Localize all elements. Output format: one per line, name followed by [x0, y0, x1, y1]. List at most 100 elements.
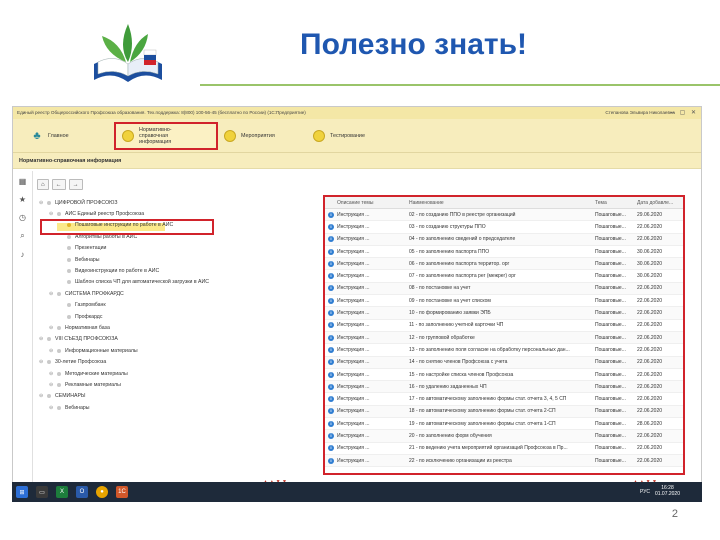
- search-icon[interactable]: ⌕: [20, 231, 24, 241]
- folder-icon[interactable]: ▭: [36, 486, 48, 498]
- node-icon: [57, 212, 61, 217]
- ribbon-item-main[interactable]: ♣ Главное: [25, 122, 114, 150]
- tree-item-label: АИС Единый реестр Профсоюза: [65, 211, 145, 218]
- tree-item[interactable]: Шаблон списка ЧП для автоматической загр…: [35, 277, 320, 288]
- tree-item[interactable]: ⊖ ЦИФРОВОЙ ПРОФСОЮЗ: [35, 197, 320, 208]
- table-cell: 22.06.2020: [637, 432, 663, 439]
- table-cell: Пошаговые...: [595, 420, 626, 427]
- tree-item[interactable]: Профкардс: [35, 311, 320, 322]
- table-row[interactable]: i Инструкция ... 10 - по формированию заяв…: [325, 307, 683, 320]
- tree-item[interactable]: Газпромбанк: [35, 300, 320, 311]
- info-icon: i: [325, 310, 337, 317]
- table-row[interactable]: i Инструкция ... 14 - по снятию членов Про…: [325, 356, 683, 369]
- table-cell: Пошаговые...: [595, 359, 626, 366]
- tree-item-label: Вебинары: [75, 256, 100, 263]
- table-row[interactable]: i Инструкция ... 05 - по заполнению паспор…: [325, 246, 683, 259]
- tree-item[interactable]: ⊖ Рекламные материалы: [35, 379, 320, 390]
- expand-toggle-icon: ⊖: [39, 336, 44, 343]
- table-cell: 22.06.2020: [637, 396, 663, 403]
- table-row[interactable]: i Инструкция ... 15 - по настройке списка …: [325, 369, 683, 382]
- outlook-icon[interactable]: O: [76, 486, 88, 498]
- table-cell: 22.06.2020: [637, 408, 663, 415]
- info-icon: i: [325, 273, 337, 280]
- table-cell: 06 - по заполнению паспорта территор. ор…: [409, 260, 510, 267]
- table-row[interactable]: i Инструкция ... 03 - по созданию структур…: [325, 221, 683, 234]
- excel-icon[interactable]: X: [56, 486, 68, 498]
- table-row[interactable]: i Инструкция ... 12 - по групповой обработ…: [325, 331, 683, 345]
- keyboard-language[interactable]: РУС: [640, 489, 650, 495]
- table-row[interactable]: i Инструкция ... 13 - по заполнению поля с…: [325, 344, 683, 357]
- table-cell: 11 - по заполнению учетной карточки ЧП: [409, 322, 504, 329]
- table-cell: Инструкция ...: [337, 322, 370, 329]
- table-cell: 18 - по автоматическому заполнению формы…: [409, 408, 556, 415]
- tree-item[interactable]: ⊖ Вебинары: [35, 402, 320, 413]
- tree-item[interactable]: ⊖ Информационные материалы: [35, 345, 320, 356]
- table-cell: Инструкция ...: [337, 383, 370, 390]
- table-row[interactable]: i Инструкция ... 16 - по удалению заданенн…: [325, 381, 683, 394]
- documents-grid: Описание темы Наименование Тема Дата доб…: [323, 195, 685, 475]
- table-row[interactable]: i Инструкция ... 07 - по заполнению паспор…: [325, 270, 683, 283]
- expand-toggle-icon: ⊖: [49, 381, 54, 388]
- column-header[interactable]: Описание темы: [337, 200, 409, 206]
- table-cell: Пошаговые...: [595, 260, 626, 267]
- table-row[interactable]: i Инструкция ... 04 - по заполнению сведен…: [325, 233, 683, 246]
- forward-button[interactable]: →: [68, 179, 83, 190]
- back-button[interactable]: ←: [51, 179, 66, 190]
- home-icon: ♣: [33, 129, 41, 142]
- star-icon[interactable]: ★: [19, 195, 26, 204]
- table-cell: Инструкция ...: [337, 432, 370, 439]
- chrome-icon[interactable]: ●: [96, 486, 108, 498]
- table-row[interactable]: i Инструкция ... 21 - по ведению учета мер…: [325, 443, 683, 455]
- taskbar-clock[interactable]: 16:28 01.07.2020: [655, 485, 680, 497]
- home-button[interactable]: ⌂: [37, 179, 49, 190]
- app-icon[interactable]: 1C: [116, 486, 128, 498]
- table-row[interactable]: i Инструкция ... 19 - по автоматическому з…: [325, 418, 683, 431]
- table-row[interactable]: i Инструкция ... 17 - по автоматическому з…: [325, 393, 683, 406]
- table-cell: Пошаговые...: [595, 236, 626, 243]
- table-row[interactable]: i Инструкция ... 11 - по заполнению учетно…: [325, 320, 683, 332]
- tree-item[interactable]: ⊖ Нормативная база: [35, 322, 320, 333]
- tree-item[interactable]: Вебинары: [35, 254, 320, 265]
- tree-item[interactable]: ⊖ СЕМИНАРЫ: [35, 391, 320, 402]
- table-cell: Инструкция ...: [337, 310, 370, 317]
- table-cell: Инструкция ...: [337, 297, 370, 304]
- column-header[interactable]: Тема: [595, 200, 637, 206]
- current-user[interactable]: Степанова Эльвира Николаевна: [605, 110, 675, 115]
- info-icon: i: [325, 420, 337, 427]
- table-cell: Пошаговые...: [595, 223, 626, 230]
- table-cell: 22.06.2020: [637, 223, 663, 230]
- circle-icon: [224, 129, 236, 142]
- table-cell: Пошаговые...: [595, 432, 626, 439]
- table-row[interactable]: i Инструкция ... 18 - по автоматическому з…: [325, 405, 683, 419]
- table-cell: Пошаговые...: [595, 334, 626, 341]
- column-header[interactable]: Дата добавле...: [637, 200, 683, 206]
- table-row[interactable]: i Инструкция ... 08 - по постановке на уче…: [325, 282, 683, 296]
- grid-menu-icon[interactable]: ▦: [19, 177, 27, 186]
- start-icon[interactable]: ⊞: [16, 486, 28, 498]
- expand-toggle-icon: ⊖: [39, 199, 44, 206]
- circle-icon: [313, 129, 325, 142]
- tree-item[interactable]: Видеоинструкции по работе в АИС: [35, 265, 320, 276]
- table-row[interactable]: i Инструкция ... 02 - по созданию ППО в ре…: [325, 209, 683, 222]
- tree-item[interactable]: ⊖ VIII СЪЕЗД ПРОФСОЮЗА: [35, 334, 320, 345]
- ribbon-item-events[interactable]: Мероприятия: [218, 122, 307, 150]
- table-row[interactable]: i Инструкция ... 22 - по исключению органи…: [325, 454, 683, 468]
- history-icon[interactable]: ◷: [19, 213, 26, 222]
- table-cell: 22.06.2020: [637, 297, 663, 304]
- table-row[interactable]: i Инструкция ... 09 - по постановке на уче…: [325, 295, 683, 308]
- table-cell: Пошаговые...: [595, 445, 626, 452]
- bell-icon[interactable]: ♪: [21, 250, 25, 259]
- node-icon: [67, 314, 71, 319]
- table-row[interactable]: i Инструкция ... 06 - по заполнению паспор…: [325, 258, 683, 271]
- node-icon: [57, 371, 61, 376]
- tree-item[interactable]: ⊖ СИСТЕМА ПРОФКАРДС: [35, 288, 320, 299]
- ribbon-item-reference-info[interactable]: Нормативно-справочная информация: [114, 121, 218, 150]
- tree-item[interactable]: ⊖ Методические материалы: [35, 368, 320, 379]
- window-controls[interactable]: – ▢ ✕: [671, 109, 698, 116]
- column-header[interactable]: Наименование: [409, 200, 595, 206]
- ribbon-item-testing[interactable]: Тестирование: [307, 122, 396, 150]
- tree-item[interactable]: ⊖ 30-летие Профсоюза: [35, 356, 320, 367]
- tree-item[interactable]: Презентации: [35, 243, 320, 254]
- table-cell: 07 - по заполнению паспорта рег (межрег)…: [409, 273, 516, 280]
- table-row[interactable]: i Инструкция ... 20 - по заполнению форм о…: [325, 430, 683, 443]
